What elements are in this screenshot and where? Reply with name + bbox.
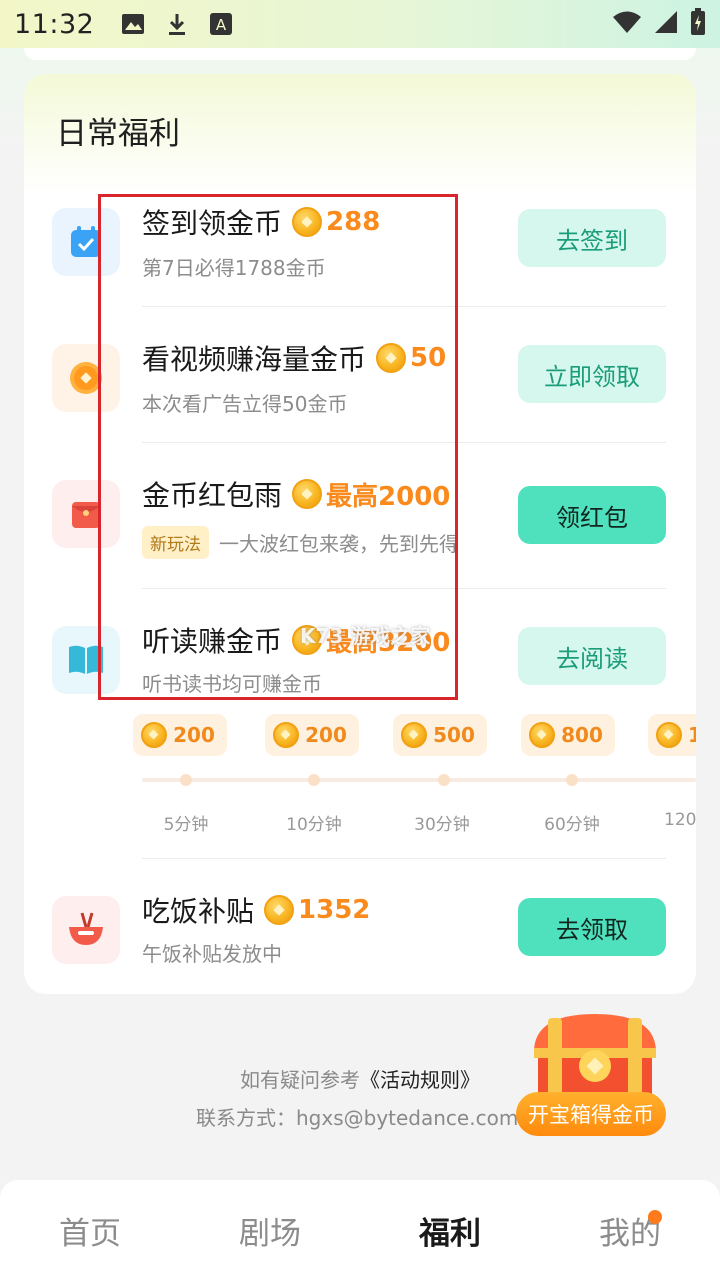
claim-now-button[interactable]: 立即领取	[518, 345, 666, 403]
task-subtitle: 午饭补贴发放中	[142, 942, 282, 966]
status-time: 11:32	[14, 8, 95, 40]
reading-milestones: 200 5分钟 200 10分钟 500 30分钟 800 60分钟 1 120	[133, 714, 696, 844]
tab-home[interactable]: 首页	[0, 1180, 180, 1280]
sign-in-button[interactable]: 去签到	[518, 209, 666, 267]
font-a-icon: A	[208, 11, 234, 37]
milestone-label: 30分钟	[414, 815, 470, 835]
milestone-item[interactable]: 1	[636, 714, 696, 756]
milestone-item[interactable]: 500	[380, 714, 500, 756]
font-a-letter: A	[216, 16, 227, 34]
tab-theater[interactable]: 剧场	[180, 1180, 360, 1280]
notification-dot	[648, 1210, 662, 1224]
coin-icon	[141, 722, 168, 748]
image-icon	[120, 11, 146, 37]
milestone-item[interactable]: 200	[252, 714, 372, 756]
wifi-icon	[612, 10, 642, 38]
coin-icon	[401, 722, 428, 748]
get-red-envelope-button[interactable]: 领红包	[518, 486, 666, 544]
task-title-meal-subsidy: 吃饭补贴 1352	[142, 895, 371, 928]
milestone-label: 60分钟	[544, 815, 600, 835]
section-title: 日常福利	[56, 116, 180, 152]
status-bar: 11:32 A	[0, 0, 720, 48]
rice-bowl-icon	[52, 896, 120, 964]
task-reward: 1352	[298, 895, 371, 925]
milestone-label: 120	[664, 810, 696, 830]
coin-icon	[273, 722, 300, 748]
battery-icon	[690, 8, 706, 40]
open-chest-button[interactable]: 开宝箱得金币	[516, 1092, 666, 1136]
coin-icon	[656, 722, 682, 748]
milestone-label: 10分钟	[286, 815, 342, 835]
coin-icon	[529, 722, 556, 748]
watermark: K73 游戏之家	[300, 624, 431, 648]
milestone-label: 5分钟	[163, 815, 209, 835]
activity-rules-link[interactable]: 《活动规则》	[360, 1068, 480, 1092]
download-icon	[164, 11, 190, 37]
previous-card-edge	[24, 48, 696, 60]
milestone-item[interactable]: 200	[120, 714, 240, 756]
milestone-progress-line	[142, 778, 696, 782]
go-read-button[interactable]: 去阅读	[518, 627, 666, 685]
contact-info: 联系方式：hgxs@bytedance.com	[196, 1106, 519, 1130]
milestone-item[interactable]: 800	[508, 714, 628, 756]
claim-subsidy-button[interactable]: 去领取	[518, 898, 666, 956]
tab-mine[interactable]: 我的	[540, 1180, 720, 1280]
signal-icon	[654, 10, 678, 38]
bottom-tab-bar: 首页 剧场 福利 我的	[0, 1180, 720, 1280]
coin-icon	[264, 895, 295, 925]
tab-benefits[interactable]: 福利	[360, 1180, 540, 1280]
divider	[142, 858, 666, 859]
